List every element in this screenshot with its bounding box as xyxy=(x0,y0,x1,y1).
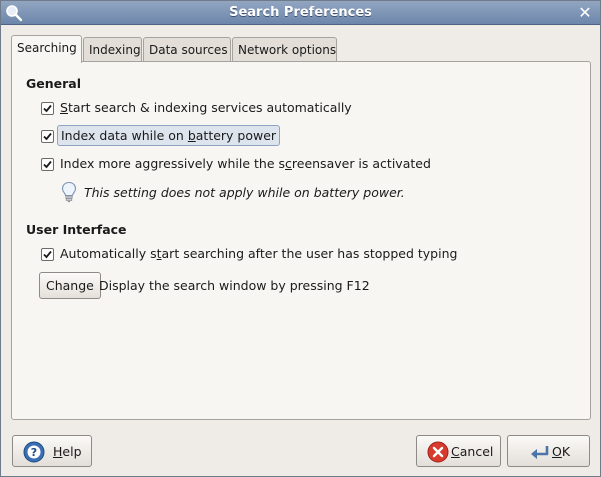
cancel-button[interactable]: Cancel xyxy=(416,435,501,467)
cancel-icon xyxy=(427,441,449,463)
start-services-label: Start search & indexing services automat… xyxy=(60,100,352,115)
battery-hint: This setting does not apply while on bat… xyxy=(60,181,405,203)
shortcut-description: Display the search window by pressing F1… xyxy=(99,278,370,293)
ok-button[interactable]: OK xyxy=(507,435,590,467)
change-shortcut-button[interactable]: Change xyxy=(39,272,101,299)
battery-index-checkbox[interactable] xyxy=(41,130,54,143)
aggressive-index-option[interactable]: Index more aggressively while the screen… xyxy=(41,156,441,174)
svg-text:?: ? xyxy=(31,446,37,459)
start-services-option[interactable]: Start search & indexing services automat… xyxy=(41,100,361,118)
auto-search-option[interactable]: Automatically start searching after the … xyxy=(41,246,461,264)
help-button[interactable]: ? Help xyxy=(12,435,92,467)
tab-indexing[interactable]: Indexing xyxy=(83,37,142,62)
close-icon[interactable]: ✕ xyxy=(576,4,594,22)
preferences-window: Search Preferences ✕ Searching Indexing … xyxy=(0,0,601,477)
auto-search-checkbox[interactable] xyxy=(41,248,54,261)
general-section-title: General xyxy=(26,76,81,91)
ok-icon xyxy=(528,441,550,463)
ok-label: OK xyxy=(552,444,571,459)
lightbulb-icon xyxy=(60,181,78,203)
battery-hint-text: This setting does not apply while on bat… xyxy=(84,185,405,200)
searching-panel: General Start search & indexing services… xyxy=(11,61,591,420)
tab-network-options[interactable]: Network options xyxy=(232,37,337,62)
battery-index-label: Index data while on battery power xyxy=(57,125,281,146)
tab-data-sources[interactable]: Data sources xyxy=(143,37,231,62)
window-title: Search Preferences xyxy=(229,5,372,20)
help-label: Help xyxy=(53,444,82,459)
help-icon: ? xyxy=(23,441,45,463)
aggressive-index-label: Index more aggressively while the screen… xyxy=(60,156,431,171)
tab-searching[interactable]: Searching xyxy=(11,35,82,63)
battery-index-option[interactable]: Index data while on battery power xyxy=(41,125,301,146)
titlebar[interactable]: Search Preferences ✕ xyxy=(1,1,600,25)
user-interface-section-title: User Interface xyxy=(26,222,127,237)
start-services-checkbox[interactable] xyxy=(41,102,54,115)
cancel-label: Cancel xyxy=(451,444,494,459)
auto-search-label: Automatically start searching after the … xyxy=(60,246,458,261)
aggressive-index-checkbox[interactable] xyxy=(41,158,54,171)
